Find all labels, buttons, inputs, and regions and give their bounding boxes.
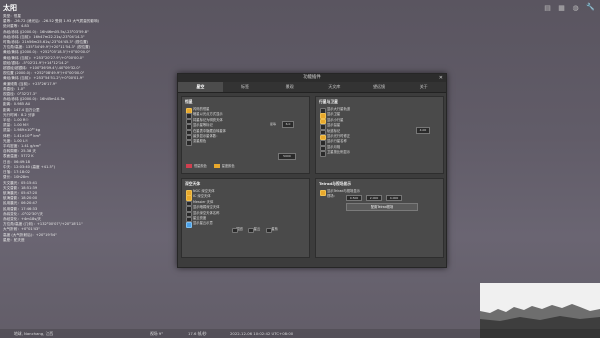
tab-about[interactable]: 关于 <box>401 82 446 92</box>
stars-option-checkbox[interactable] <box>186 140 192 146</box>
dialog-title: 功能插件 <box>303 75 321 80</box>
stars-option-label: 在星表中隐藏自转星体 <box>193 128 226 133</box>
globe-icon[interactable]: ◍ <box>571 4 580 13</box>
deepsky-pane-title: 深空天体 <box>185 181 201 186</box>
telrad-field-1[interactable]: 0.500 <box>346 194 362 202</box>
tab-telescope[interactable]: 望远镜 <box>357 82 402 92</box>
telrad-field-row: 视场： 0.500 2.000 4.000 <box>316 194 443 202</box>
deepsky-option-label: 星云亮度 <box>193 215 207 220</box>
galaxy-label: 星系 <box>271 226 278 231</box>
stars-option-label: 显示星等标记 <box>193 123 213 128</box>
planets-option-checkbox[interactable] <box>320 151 326 157</box>
tab-catalogs[interactable]: 天文库 <box>312 82 357 92</box>
planets-option-label: 显示卫星 <box>327 112 341 117</box>
const-color-swatch[interactable] <box>213 164 220 168</box>
telrad-field-2[interactable]: 2.000 <box>366 194 382 202</box>
planets-option-label: 显示大行星轨道 <box>327 107 351 111</box>
tab-landscape[interactable]: 景观 <box>267 82 312 92</box>
top-right-toolbar: ▤ ▦ ◍ 🔧 <box>543 3 596 14</box>
planets-option-label: 显示小行星 <box>327 117 344 122</box>
deepsky-option-label: NGC 深空天体 <box>193 189 215 193</box>
status-datetime: 2022-12-06 10:02:42 UTC+08:00 <box>230 331 294 336</box>
galaxy-checkbox[interactable] <box>266 227 272 234</box>
stars-pane: 恒星 闪烁的恒星 暗星以光点方式显示 将星标记为明亮天体 显示星等标记 在星表中隐藏自转… <box>181 96 310 174</box>
tab-labels[interactable]: 标签 <box>223 82 268 92</box>
const-color-label: 星座颜色 <box>221 164 235 168</box>
grid-icon[interactable]: ▦ <box>557 4 566 13</box>
magnitude-field[interactable]: 6.0 <box>282 121 294 128</box>
star-count-field[interactable]: 5000 <box>278 153 296 160</box>
status-location: 地球, Nanchang, 江西 <box>14 331 54 336</box>
status-fov: 视场 9° <box>150 331 164 336</box>
object-info-panel: 类型：恒星 星等：-26.72 (消光后：-26.52 受到 1.93 大气质量的… <box>3 14 178 243</box>
deepsky-option-label: IC 深空天体 <box>193 194 211 199</box>
object-title: 太阳 <box>3 4 17 12</box>
telrad-field-3[interactable]: 4.000 <box>386 194 402 202</box>
dialog-tabs: 星空 标签 景观 天文库 望远镜 关于 <box>178 82 446 93</box>
stars-option-label: 暗星以光点方式显示 <box>193 112 223 117</box>
info-line: 星座：蛇夫座 <box>3 237 25 242</box>
star-color-swatch[interactable] <box>186 164 192 168</box>
planets-option-label: 卫星按比例显示 <box>327 150 351 155</box>
nebula-display-label: 显示星云示意 <box>193 221 213 226</box>
wrench-icon[interactable]: 🔧 <box>585 3 596 14</box>
deepsky-option-label: 显示深空天体名称 <box>193 210 220 215</box>
cluster-checkbox[interactable] <box>232 227 238 234</box>
stars-option-label: 闪烁的恒星 <box>193 107 210 111</box>
deepsky-pane: 深空天体 NGC 深空天体 IC 深空天体 Messier 天体 显示暗弱深空天体 显示… <box>181 178 310 258</box>
telrad-field-label: 视场： <box>327 194 337 199</box>
status-fps: 17.6 帧/秒 <box>188 331 207 336</box>
plugins-dialog: 功能插件 ✕ 星空 标签 景观 天文库 望远镜 关于 恒星 闪烁的恒星 暗星以光点… <box>177 73 447 268</box>
dso-type-row: 星团 星云 星系 <box>182 226 309 234</box>
planets-pane: 行星与卫星 显示大行星轨道 显示卫星 显示小行星 显示彗星 轨道标记 显示光行时修正 显示行… <box>315 96 444 174</box>
planets-option-row[interactable]: 卫星按比例显示 <box>316 150 443 157</box>
planets-option-label: 显示月相 <box>327 144 341 149</box>
stars-pane-title: 恒星 <box>185 99 193 104</box>
telrad-pane-title: Telrad与视场显示 <box>319 181 352 186</box>
telrad-pane: Telrad与视场显示 显示Telrad与视场显示 视场： 0.500 2.00… <box>315 178 444 258</box>
tab-stars[interactable]: 星空 <box>178 82 223 92</box>
trash-icon[interactable]: ▤ <box>543 4 552 13</box>
nebula-checkbox[interactable] <box>248 227 254 234</box>
planets-pane-title: 行星与卫星 <box>319 99 338 104</box>
planets-option-label: 显示彗星 <box>327 123 341 128</box>
stars-option-label: 最多显示星体数： <box>193 133 220 138</box>
status-bar: 地球, Nanchang, 江西 视场 9° 17.6 帧/秒 2022-12-… <box>0 329 600 338</box>
stars-option-label: 将星标记为明亮天体 <box>193 117 223 122</box>
stars-option-label: 变星颜色 <box>193 139 207 144</box>
planets-option-label: 轨道标记 <box>327 128 341 133</box>
planets-option-label: 显示光行时修正 <box>327 133 351 138</box>
telrad-config-button[interactable]: 配置Telrad视场 <box>346 203 418 211</box>
planet-scale-field[interactable]: 4.00 <box>416 127 430 134</box>
star-color-label: 恒星颜色 <box>194 164 207 168</box>
nebula-label: 星云 <box>253 226 261 231</box>
planets-option-label: 显示行星名称 <box>327 139 347 144</box>
magnitude-label: 星等 <box>270 121 277 126</box>
telrad-option-label: 显示Telrad与视场显示 <box>327 189 360 193</box>
close-icon[interactable]: ✕ <box>439 74 443 82</box>
stars-option-row[interactable]: 变星颜色 <box>182 139 309 146</box>
deepsky-option-label: 显示暗弱深空天体 <box>193 205 220 210</box>
deepsky-option-label: Messier 天体 <box>193 199 214 204</box>
dialog-titlebar[interactable]: 功能插件 ✕ <box>178 74 446 82</box>
